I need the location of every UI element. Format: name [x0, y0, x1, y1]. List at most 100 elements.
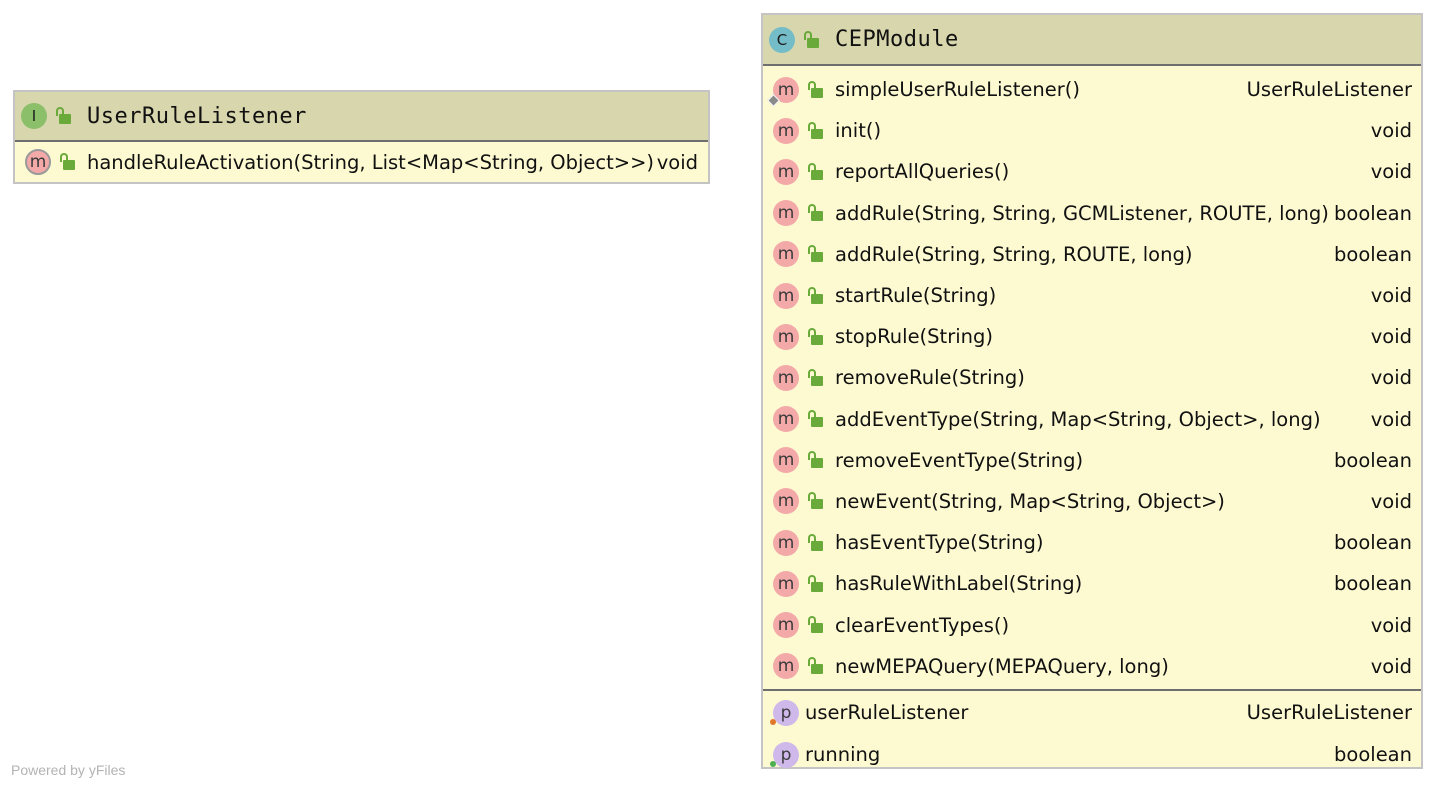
method-return-type: void [1370, 489, 1412, 513]
method-row: m handleRuleActivation(String, List<Map<… [15, 142, 708, 182]
method-name: addRule(String, String, GCMListener, ROU… [835, 201, 1329, 225]
class-icon: C [769, 26, 795, 53]
public-lock-icon [807, 657, 823, 675]
method-row: m addRule(String, String, ROUTE, long) b… [763, 234, 1421, 275]
public-lock-icon [807, 492, 823, 510]
method-icon: m [773, 117, 799, 144]
method-name: handleRuleActivation(String, List<Map<St… [87, 150, 655, 174]
method-row: m newEvent(String, Map<String, Object>) … [763, 481, 1421, 522]
method-icon: m [773, 612, 799, 639]
properties-compartment: p userRuleListener UserRuleListener p ru… [763, 691, 1421, 776]
property-type: UserRuleListener [1246, 701, 1412, 725]
method-name: simpleUserRuleListener() [835, 78, 1080, 102]
method-icon: m [773, 653, 799, 680]
method-return-type: void [1370, 366, 1412, 390]
public-lock-icon [807, 204, 823, 222]
public-lock-icon [807, 533, 823, 552]
getter-dot-icon [770, 718, 776, 725]
method-row: m clearEventTypes() void [763, 604, 1421, 645]
method-return-type: void [1370, 613, 1412, 637]
cepmodule-title: CEPModule [835, 27, 959, 52]
method-name: hasRuleWithLabel(String) [835, 572, 1083, 596]
method-row: m hasRuleWithLabel(String) boolean [763, 563, 1421, 604]
method-return-type: void [1370, 325, 1412, 349]
userrulelistener-header: I UserRuleListener [15, 92, 708, 142]
public-lock-icon [807, 574, 823, 593]
method-row: m addEventType(String, Map<String, Objec… [763, 399, 1421, 440]
method-return-type: UserRuleListener [1246, 78, 1412, 102]
method-name: init() [835, 119, 882, 143]
method-row: m simpleUserRuleListener() UserRuleListe… [763, 69, 1421, 110]
method-icon: m [773, 323, 799, 350]
public-lock-icon [807, 245, 823, 263]
property-name: running [805, 743, 881, 767]
abstract-method-icon: m [25, 149, 51, 175]
property-row: p running boolean [763, 734, 1421, 776]
method-name: newMEPAQuery(MEPAQuery, long) [835, 654, 1169, 678]
cepmodule-class-box[interactable]: C CEPModule m simpleUserRuleListener() U… [761, 13, 1423, 769]
interface-icon: I [21, 103, 47, 129]
method-return-type: void [1370, 284, 1412, 308]
method-name: reportAllQueries() [835, 160, 1010, 184]
public-lock-icon [807, 162, 823, 181]
method-icon: m [773, 570, 799, 597]
method-icon: m [773, 158, 799, 185]
cepmodule-header: C CEPModule [763, 15, 1421, 66]
method-return-type: void [656, 150, 698, 174]
public-lock-icon [807, 410, 823, 428]
method-name: hasEventType(String) [835, 531, 1044, 555]
property-icon: p [770, 741, 799, 768]
public-lock-icon [807, 616, 823, 634]
public-lock-icon [807, 121, 823, 140]
method-row: m reportAllQueries() void [763, 151, 1421, 192]
method-return-type: boolean [1334, 448, 1412, 472]
userrulelistener-interface-box[interactable]: I UserRuleListener m handleRuleActivatio… [13, 90, 710, 184]
method-name: stopRule(String) [835, 325, 993, 349]
method-return-type: void [1370, 160, 1412, 184]
methods-compartment: m simpleUserRuleListener() UserRuleListe… [763, 66, 1421, 689]
method-icon: m [773, 447, 799, 474]
method-return-type: void [1370, 654, 1412, 678]
userrulelistener-title: UserRuleListener [87, 103, 307, 129]
method-name: removeRule(String) [835, 366, 1025, 390]
method-icon: m [773, 488, 799, 515]
method-icon: m [773, 406, 799, 433]
method-row: m removeEventType(String) boolean [763, 440, 1421, 481]
method-name: clearEventTypes() [835, 613, 1010, 637]
method-icon: m [773, 364, 799, 391]
public-lock-icon [807, 368, 823, 387]
method-row: m removeRule(String) void [763, 357, 1421, 398]
method-return-type: void [1370, 119, 1412, 143]
method-name: newEvent(String, Map<String, Object>) [835, 489, 1225, 513]
method-return-type: boolean [1334, 201, 1412, 225]
method-return-type: void [1370, 407, 1412, 431]
property-type: boolean [1334, 743, 1412, 767]
method-row: m newMEPAQuery(MEPAQuery, long) void [763, 646, 1421, 687]
method-name: startRule(String) [835, 284, 997, 308]
method-icon: m [773, 282, 799, 309]
property-icon: p [770, 699, 799, 726]
property-row: p userRuleListener UserRuleListener [763, 692, 1421, 734]
method-return-type: boolean [1334, 572, 1412, 596]
method-name: addRule(String, String, ROUTE, long) [835, 242, 1193, 266]
method-name: addEventType(String, Map<String, Object>… [835, 407, 1321, 431]
method-row: m init() void [763, 110, 1421, 151]
method-row: m hasEventType(String) boolean [763, 522, 1421, 563]
public-lock-icon [807, 451, 823, 469]
method-name: removeEventType(String) [835, 448, 1084, 472]
public-lock-icon [807, 80, 823, 99]
public-lock-icon [807, 286, 823, 305]
method-row: m startRule(String) void [763, 275, 1421, 316]
public-lock-icon [55, 107, 71, 125]
method-return-type: boolean [1334, 531, 1412, 555]
field-dot-icon [770, 760, 776, 767]
method-icon: m [773, 529, 799, 556]
property-name: userRuleListener [805, 701, 969, 725]
method-icon: m [773, 200, 799, 227]
public-lock-icon [803, 30, 819, 49]
method-row: m addRule(String, String, GCMListener, R… [763, 193, 1421, 234]
method-icon: m [767, 76, 799, 107]
method-return-type: boolean [1334, 242, 1412, 266]
public-lock-icon [59, 153, 75, 171]
method-icon: m [773, 241, 799, 268]
